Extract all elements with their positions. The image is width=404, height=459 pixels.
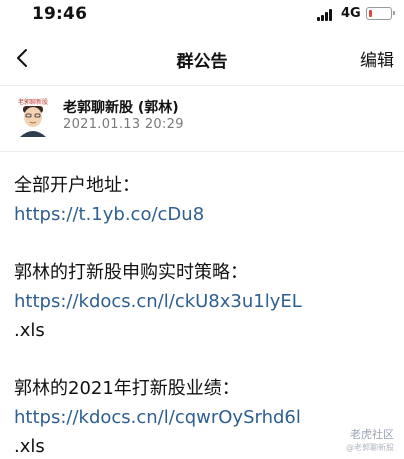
- status-bar: 19:46 4G: [0, 0, 404, 30]
- author-name: 老郭聊新股 (郭林): [63, 100, 179, 116]
- post-timestamp: 2021.01.13 20:29: [63, 117, 184, 132]
- account-link[interactable]: https://t.1yb.co/cDu8: [14, 200, 394, 229]
- section-title: 全部开户地址：: [14, 175, 140, 196]
- file-suffix: .xls: [14, 436, 45, 457]
- battery-icon: [366, 7, 395, 20]
- watermark-brand: 老虎社区: [350, 428, 394, 441]
- watermark: 老虎社区 @老郭聊新股: [346, 426, 394, 453]
- page-title: 群公告: [176, 52, 228, 72]
- author-block: 老郭聊新股 老郭聊新股 (郭林) 2021.01.13 20:29: [0, 86, 404, 152]
- announcement-body: 全部开户地址： https://t.1yb.co/cDu8 郭林的打新股申购实时…: [14, 171, 394, 459]
- file-suffix: .xls: [14, 320, 45, 341]
- signal-icon: [317, 9, 333, 21]
- section-title: 郭林的2021年打新股业绩：: [14, 378, 240, 399]
- watermark-sub: @老郭聊新股: [346, 443, 394, 452]
- network-label: 4G: [341, 6, 361, 21]
- strategy-link[interactable]: https://kdocs.cn/l/ckU8x3u1lyEL: [14, 287, 394, 316]
- edit-button[interactable]: 编辑: [360, 46, 394, 71]
- performance-link[interactable]: https://kdocs.cn/l/cqwrOySrhd6l: [14, 403, 394, 432]
- section-title: 郭林的打新股申购实时策略：: [14, 262, 248, 283]
- status-time: 19:46: [32, 4, 88, 24]
- avatar[interactable]: 老郭聊新股: [12, 95, 54, 137]
- nav-bar: 群公告 编辑: [0, 30, 404, 86]
- svg-text:老郭聊新股: 老郭聊新股: [18, 98, 48, 106]
